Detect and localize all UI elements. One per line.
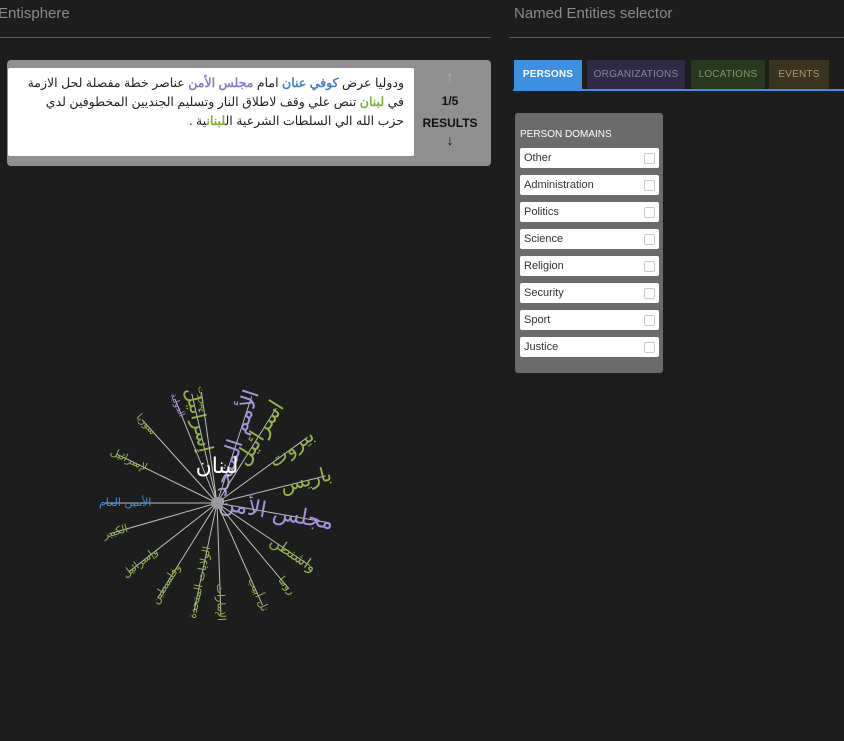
domain-item-administration[interactable]: Administration: [520, 175, 659, 195]
sentence-text: امام: [253, 76, 283, 90]
domain-label: Administration: [524, 179, 594, 191]
sphere-entity-location[interactable]: وفلسطين: [149, 561, 184, 606]
arrow-up-icon[interactable]: ↑: [418, 68, 482, 84]
domain-checkbox[interactable]: [644, 288, 655, 299]
domain-checkbox[interactable]: [644, 207, 655, 218]
result-count: 1/5: [441, 94, 459, 108]
sphere-entity-location[interactable]: تل أبيب: [245, 575, 272, 613]
sphere-entity-location[interactable]: وإسرائيل: [120, 545, 161, 581]
result-sentence: ودوليا عرض كوفي عنان امام مجلس الأمن عنا…: [8, 68, 414, 156]
domain-checkbox[interactable]: [644, 342, 655, 353]
selector-title: Named Entities selector: [514, 5, 673, 22]
sentence-text: ية .: [189, 114, 207, 128]
sphere-entity-location[interactable]: باريس: [277, 461, 334, 497]
person-domains-title: PERSON DOMAINS: [520, 129, 612, 140]
tab-events[interactable]: EVENTS: [769, 60, 829, 89]
sphere-center-entity[interactable]: لبنان: [196, 454, 239, 479]
sphere-hub: [211, 497, 223, 509]
arrow-down-icon[interactable]: ↓: [418, 132, 482, 148]
domain-checkbox[interactable]: [644, 180, 655, 191]
domain-item-politics[interactable]: Politics: [520, 202, 659, 222]
entity-location-highlight[interactable]: لبنان: [360, 95, 384, 109]
tab-underline: [513, 89, 844, 91]
app-root: Entisphere ودوليا عرض كوفي عنان امام مجل…: [0, 0, 844, 741]
tab-locations[interactable]: LOCATIONS: [691, 60, 765, 89]
domain-label: Politics: [524, 206, 559, 218]
entity-location-highlight[interactable]: لبنان: [206, 114, 225, 128]
sphere-entity-location[interactable]: الكبير: [101, 522, 130, 542]
entity-person-highlight[interactable]: كوفي عنان: [282, 76, 339, 90]
domain-label: Sport: [524, 314, 551, 326]
entity-organization-highlight[interactable]: مجلس الأمن: [188, 76, 253, 90]
domain-item-security[interactable]: Security: [520, 283, 659, 303]
domain-checkbox[interactable]: [644, 261, 655, 272]
domain-checkbox[interactable]: [644, 153, 655, 164]
domain-checkbox[interactable]: [644, 234, 655, 245]
domain-label: Science: [524, 233, 564, 245]
domain-label: Justice: [524, 341, 559, 353]
tab-organizations[interactable]: ORGANIZATIONS: [587, 60, 685, 89]
domain-label: Security: [524, 287, 564, 299]
sphere-entity-location[interactable]: لإسرائيل: [108, 445, 149, 474]
domain-checkbox[interactable]: [644, 315, 655, 326]
sphere-entity-location[interactable]: الولايات المتحدة: [186, 545, 214, 619]
sentence-text: ودوليا عرض: [338, 76, 404, 90]
right-divider: [509, 37, 844, 38]
domain-item-religion[interactable]: Religion: [520, 256, 659, 276]
sphere-entity-person[interactable]: الأمين العام: [99, 495, 151, 509]
sphere-entity-location[interactable]: واشنطن: [267, 532, 320, 576]
results-label: RESULTS: [422, 116, 478, 130]
domain-item-justice[interactable]: Justice: [520, 337, 659, 357]
left-divider: [0, 37, 491, 38]
domain-item-science[interactable]: Science: [520, 229, 659, 249]
sentence-text: تنص علي وقف لاطلاق النار وتسليم الجنديين…: [45, 95, 404, 128]
sphere-entity-location[interactable]: الإمارات: [214, 583, 228, 621]
domain-item-other[interactable]: Other: [520, 148, 659, 168]
tab-persons[interactable]: PERSONS: [514, 60, 582, 89]
domain-item-sport[interactable]: Sport: [520, 310, 659, 330]
domain-label: Religion: [524, 260, 564, 272]
sphere-entity-organization[interactable]: مجلس الأمن: [217, 489, 335, 536]
result-navigator: ↑ 1/5 RESULTS ↓: [418, 68, 482, 160]
entisphere-title: Entisphere: [0, 5, 70, 22]
entity-sphere: إسرائيلالأمم المتحدةاسرائيلبيروتباريسمجل…: [99, 385, 336, 621]
domain-label: Other: [524, 152, 552, 164]
